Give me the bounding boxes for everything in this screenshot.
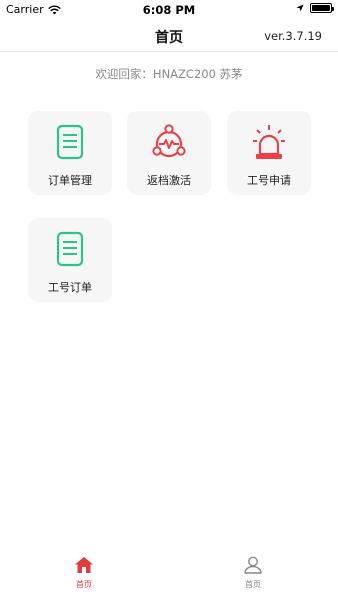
tab-bar: 首页 首页 [0,550,338,600]
tile-label: 工号申请 [247,174,291,187]
tile-staff-id-application[interactable]: 工号申请 [227,111,311,195]
tile-label: 订单管理 [48,174,92,187]
clock: 6:08 PM [142,3,196,17]
tab-home-label: 首页 [76,580,92,589]
home-icon [75,557,93,573]
tile-reactivate[interactable]: 返档激活 [127,111,211,195]
battery-icon [310,3,334,13]
tab-home[interactable]: 首页 [54,556,114,590]
status-bar: Carrier 6:08 PM [0,0,338,20]
alarm-light-icon [253,125,285,159]
welcome-text: 欢迎回家：HNAZC200 苏茅 [95,67,243,81]
version-label: ver.3.7.19 [264,29,322,43]
user-icon [244,556,262,574]
tile-label: 返档激活 [147,174,191,187]
location-arrow-icon [296,4,304,12]
network-activate-icon [152,124,186,158]
document-icon [56,231,84,267]
tile-label: 工号订单 [48,281,92,294]
tile-order-management[interactable]: 订单管理 [28,111,112,195]
tile-staff-orders[interactable]: 工号订单 [28,218,112,302]
tab-profile[interactable]: 首页 [223,556,283,590]
tab-profile-label: 首页 [245,580,261,589]
document-icon [56,124,84,160]
navigation-bar: 首页 ver.3.7.19 [0,20,338,52]
